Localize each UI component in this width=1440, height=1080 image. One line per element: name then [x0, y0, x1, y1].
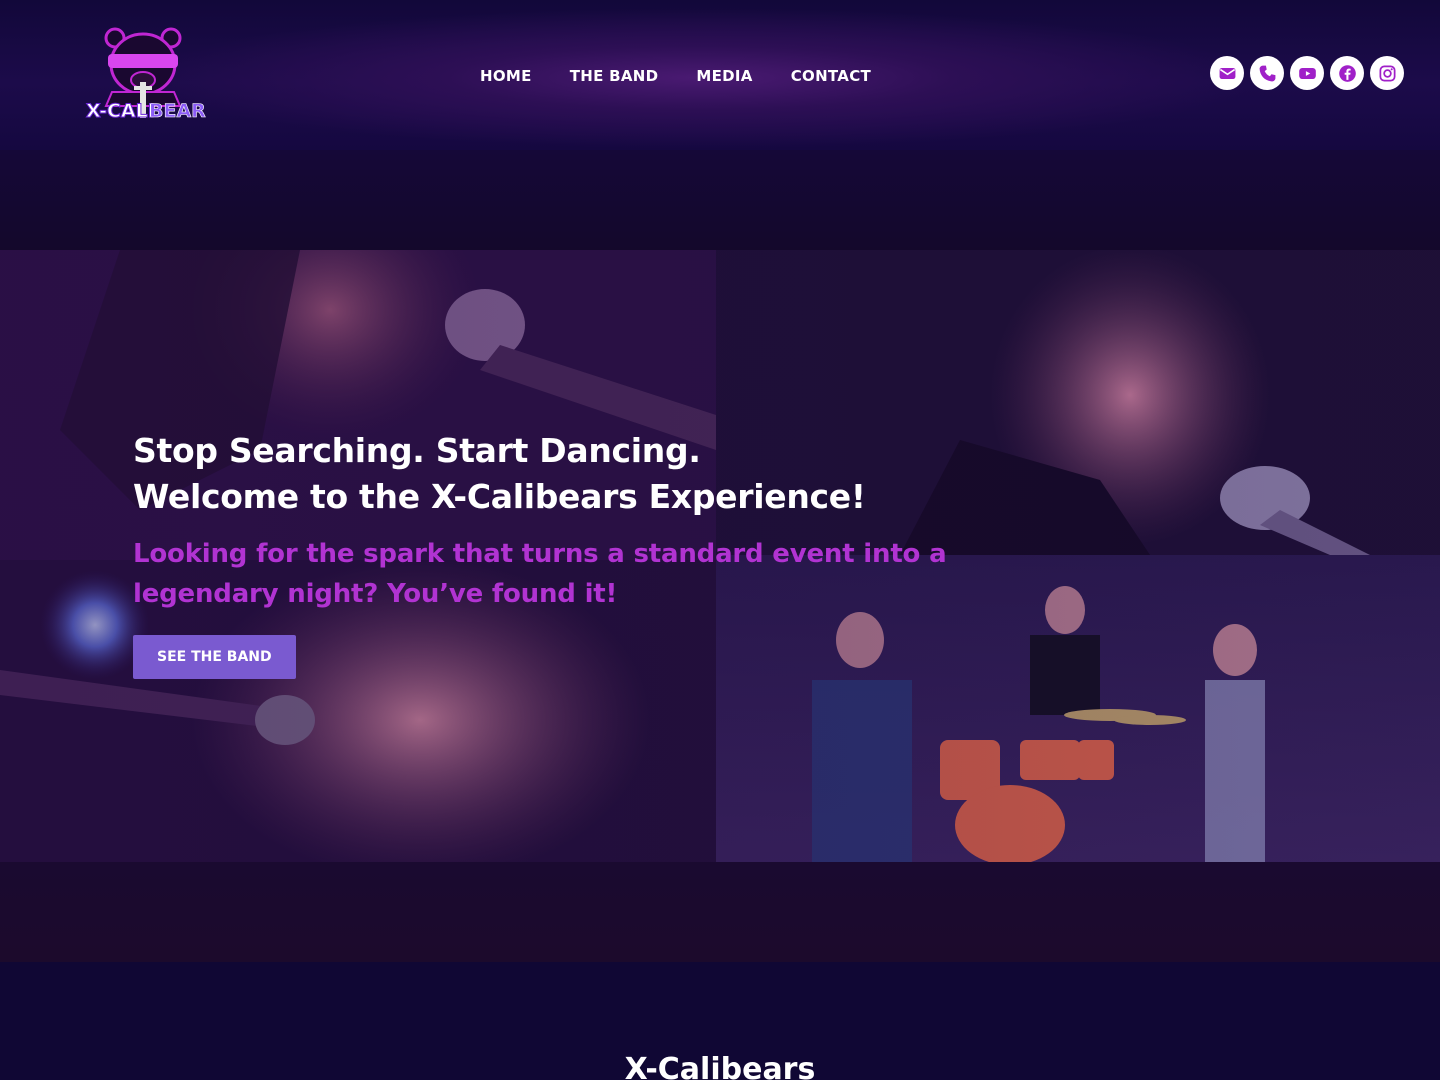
see-the-band-button[interactable]: SEE THE BAND — [133, 635, 296, 679]
site-logo[interactable]: X-CALI BEARS — [82, 24, 220, 126]
section-title: X-Calibears — [624, 1052, 816, 1080]
nav-contact[interactable]: CONTACT — [791, 67, 871, 85]
top-spacer — [0, 150, 1440, 250]
about-section: X-Calibears — [0, 962, 1440, 1080]
youtube-icon[interactable] — [1290, 56, 1324, 90]
hero-content: Stop Searching. Start Dancing. Welcome t… — [133, 428, 1033, 679]
facebook-icon[interactable] — [1330, 56, 1364, 90]
phone-icon[interactable] — [1250, 56, 1284, 90]
site-header: X-CALI BEARS HOME THE BAND MEDIA CONTACT — [0, 0, 1440, 150]
envelope-icon[interactable] — [1210, 56, 1244, 90]
bear-logo-icon: X-CALI BEARS — [86, 27, 220, 123]
svg-text:X-CALI: X-CALI — [86, 100, 155, 122]
nav-the-band[interactable]: THE BAND — [570, 67, 659, 85]
hero-subtitle: Looking for the spark that turns a stand… — [133, 539, 947, 609]
hero-title-line2: Welcome to the X-Calibears Experience! — [133, 477, 866, 516]
bottom-spacer — [0, 862, 1440, 962]
main-nav: HOME THE BAND MEDIA CONTACT — [480, 60, 871, 92]
svg-text:BEARS: BEARS — [149, 100, 206, 122]
hero-title-line1: Stop Searching. Start Dancing. — [133, 431, 701, 470]
social-links — [1210, 56, 1404, 90]
nav-media[interactable]: MEDIA — [696, 67, 752, 85]
nav-home[interactable]: HOME — [480, 67, 532, 85]
page: X-CALI BEARS HOME THE BAND MEDIA CONTACT — [0, 0, 1440, 1080]
hero-section: Stop Searching. Start Dancing. Welcome t… — [0, 250, 1440, 862]
hero-title: Stop Searching. Start Dancing. Welcome t… — [133, 428, 1033, 520]
instagram-icon[interactable] — [1370, 56, 1404, 90]
